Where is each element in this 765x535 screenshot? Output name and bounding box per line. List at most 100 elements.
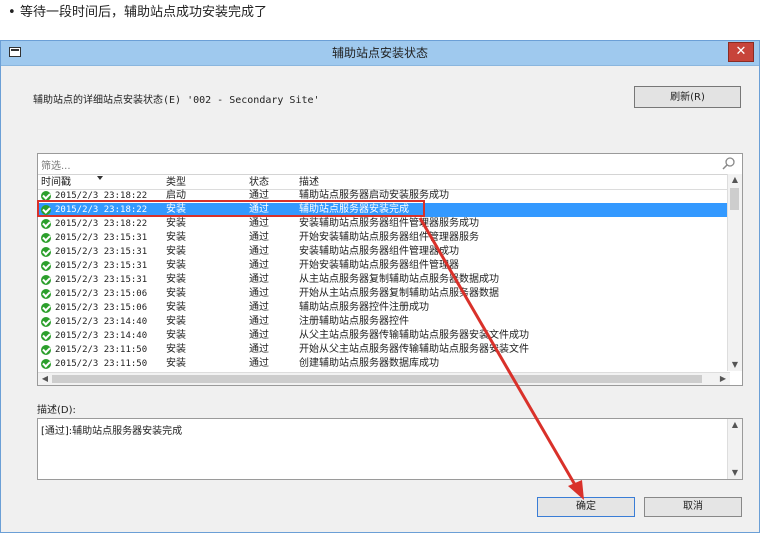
row-status: 通过	[249, 330, 269, 341]
check-circle-icon	[41, 359, 51, 369]
row-description: 开始安装辅助站点服务器组件管理器	[299, 260, 459, 271]
description-box[interactable]: [通过]:辅助站点服务器安装完成 ▲ ▼	[37, 418, 743, 480]
scroll-thumb[interactable]	[730, 188, 739, 210]
install-status-dialog: 辅助站点安装状态 ✕ 辅助站点的详细站点安装状态(E) '002 - Secon…	[0, 40, 760, 533]
scroll-right-icon[interactable]: ▶	[716, 373, 730, 385]
row-time: 2015/2/3 23:14:40	[55, 317, 148, 327]
row-description: 开始从父主站点服务器传输辅助站点服务器安装文件	[299, 344, 529, 355]
scroll-left-icon[interactable]: ◀	[38, 373, 52, 385]
column-header-time[interactable]: 时间戳	[41, 176, 71, 189]
table-row[interactable]: 2015/2/3 23:14:40 安装 通过 注册辅助站点服务器控件	[38, 315, 728, 329]
list-header: 时间戳 类型 状态 描述	[38, 176, 728, 190]
hscroll-thumb[interactable]	[52, 375, 702, 383]
table-row[interactable]: 2015/2/3 23:14:40 安装 通过 从父主站点服务器传输辅助站点服务器安装…	[38, 329, 728, 343]
check-circle-icon	[41, 247, 51, 257]
column-header-type[interactable]: 类型	[166, 176, 186, 189]
row-description: 创建辅助站点服务器数据库成功	[299, 358, 439, 369]
vertical-scrollbar[interactable]: ▲ ▼	[727, 174, 742, 371]
row-time: 2015/2/3 23:15:31	[55, 247, 148, 257]
table-row[interactable]: 2015/2/3 23:15:06 安装 通过 开始从主站点服务器复制辅助站点服务器数…	[38, 287, 728, 301]
description-label: 描述(D):	[37, 405, 76, 416]
check-circle-icon	[41, 275, 51, 285]
check-circle-icon	[41, 303, 51, 313]
row-time: 2015/2/3 23:11:50	[55, 359, 148, 369]
row-status: 通过	[249, 302, 269, 313]
row-time: 2015/2/3 23:15:06	[55, 289, 148, 299]
list-rows: 2015/2/3 23:18:22 启动 通过 辅助站点服务器启动安装服务成功 2015…	[38, 189, 728, 379]
check-circle-icon	[41, 345, 51, 355]
caption-bullet: •	[8, 5, 16, 20]
horizontal-scrollbar[interactable]: ◀ ▶	[38, 372, 730, 385]
row-type: 安装	[166, 232, 186, 243]
desc-scroll-down-icon[interactable]: ▼	[728, 467, 742, 479]
column-header-status[interactable]: 状态	[249, 176, 269, 189]
row-type: 安装	[166, 274, 186, 285]
filter-placeholder: 筛选...	[41, 161, 71, 172]
table-row[interactable]: 2015/2/3 23:11:50 安装 通过 创建辅助站点服务器数据库成功	[38, 357, 728, 371]
table-row[interactable]: 2015/2/3 23:15:31 安装 通过 安装辅助站点服务器组件管理器成功	[38, 245, 728, 259]
row-status: 通过	[249, 218, 269, 229]
row-type: 安装	[166, 288, 186, 299]
check-circle-icon	[41, 331, 51, 341]
search-icon[interactable]	[722, 156, 736, 170]
row-status: 通过	[249, 344, 269, 355]
row-description: 辅助站点服务器控件注册成功	[299, 302, 429, 313]
row-type: 安装	[166, 246, 186, 257]
description-scrollbar[interactable]: ▲ ▼	[727, 419, 742, 479]
row-description: 开始安装辅助站点服务器组件管理器服务	[299, 232, 479, 243]
row-status: 通过	[249, 274, 269, 285]
row-type: 安装	[166, 260, 186, 271]
row-type: 安装	[166, 344, 186, 355]
caption: • 等待一段时间后，辅助站点成功安装完成了	[0, 0, 765, 28]
highlight-annotation	[37, 200, 425, 217]
row-time: 2015/2/3 23:15:31	[55, 275, 148, 285]
table-row[interactable]: 2015/2/3 23:15:31 安装 通过 从主站点服务器复制辅助站点服务器数据成…	[38, 273, 728, 287]
row-type: 安装	[166, 330, 186, 341]
close-button[interactable]: ✕	[728, 42, 754, 62]
row-description: 注册辅助站点服务器控件	[299, 316, 409, 327]
ok-button[interactable]: 确定	[537, 497, 635, 517]
status-list[interactable]: 筛选... 时间戳 类型 状态 描述 2015/2/3 23:18:22 启动 通过…	[37, 153, 743, 386]
check-circle-icon	[41, 233, 51, 243]
row-time: 2015/2/3 23:15:31	[55, 233, 148, 243]
row-time: 2015/2/3 23:11:50	[55, 345, 148, 355]
row-description: 开始从主站点服务器复制辅助站点服务器数据	[299, 288, 499, 299]
check-circle-icon	[41, 317, 51, 327]
row-status: 通过	[249, 232, 269, 243]
table-row[interactable]: 2015/2/3 23:15:31 安装 通过 开始安装辅助站点服务器组件管理器服务	[38, 231, 728, 245]
row-status: 通过	[249, 288, 269, 299]
row-time: 2015/2/3 23:15:06	[55, 303, 148, 313]
caption-text: 等待一段时间后，辅助站点成功安装完成了	[20, 5, 268, 20]
scroll-up-icon[interactable]: ▲	[728, 174, 742, 186]
row-type: 安装	[166, 316, 186, 327]
title-bar[interactable]: 辅助站点安装状态 ✕	[1, 41, 759, 66]
row-status: 通过	[249, 316, 269, 327]
row-description: 安装辅助站点服务器组件管理器成功	[299, 246, 459, 257]
row-type: 安装	[166, 218, 186, 229]
status-label: 辅助站点的详细站点安装状态(E) '002 - Secondary Site'	[33, 95, 320, 106]
table-row[interactable]: 2015/2/3 23:11:50 安装 通过 开始从父主站点服务器传输辅助站点服务器…	[38, 343, 728, 357]
row-description: 安装辅助站点服务器组件管理器服务成功	[299, 218, 479, 229]
table-row[interactable]: 2015/2/3 23:18:22 安装 通过 安装辅助站点服务器组件管理器服务成功	[38, 217, 728, 231]
row-description: 从父主站点服务器传输辅助站点服务器安装文件成功	[299, 330, 529, 341]
row-description: 从主站点服务器复制辅助站点服务器数据成功	[299, 274, 499, 285]
description-text: [通过]:辅助站点服务器安装完成	[41, 426, 183, 437]
check-circle-icon	[41, 219, 51, 229]
table-row[interactable]: 2015/2/3 23:15:06 安装 通过 辅助站点服务器控件注册成功	[38, 301, 728, 315]
check-circle-icon	[41, 289, 51, 299]
row-status: 通过	[249, 246, 269, 257]
check-circle-icon	[41, 261, 51, 271]
row-type: 安装	[166, 358, 186, 369]
row-time: 2015/2/3 23:18:22	[55, 219, 148, 229]
filter-field[interactable]: 筛选...	[38, 154, 742, 175]
dialog-title: 辅助站点安装状态	[331, 46, 428, 60]
scroll-down-icon[interactable]: ▼	[728, 359, 742, 371]
row-type: 安装	[166, 302, 186, 313]
column-header-description[interactable]: 描述	[299, 176, 319, 189]
refresh-button[interactable]: 刷新(R)	[634, 86, 741, 108]
desc-scroll-up-icon[interactable]: ▲	[728, 419, 742, 431]
row-time: 2015/2/3 23:14:40	[55, 331, 148, 341]
table-row[interactable]: 2015/2/3 23:15:31 安装 通过 开始安装辅助站点服务器组件管理器	[38, 259, 728, 273]
cancel-button[interactable]: 取消	[644, 497, 742, 517]
row-status: 通过	[249, 260, 269, 271]
